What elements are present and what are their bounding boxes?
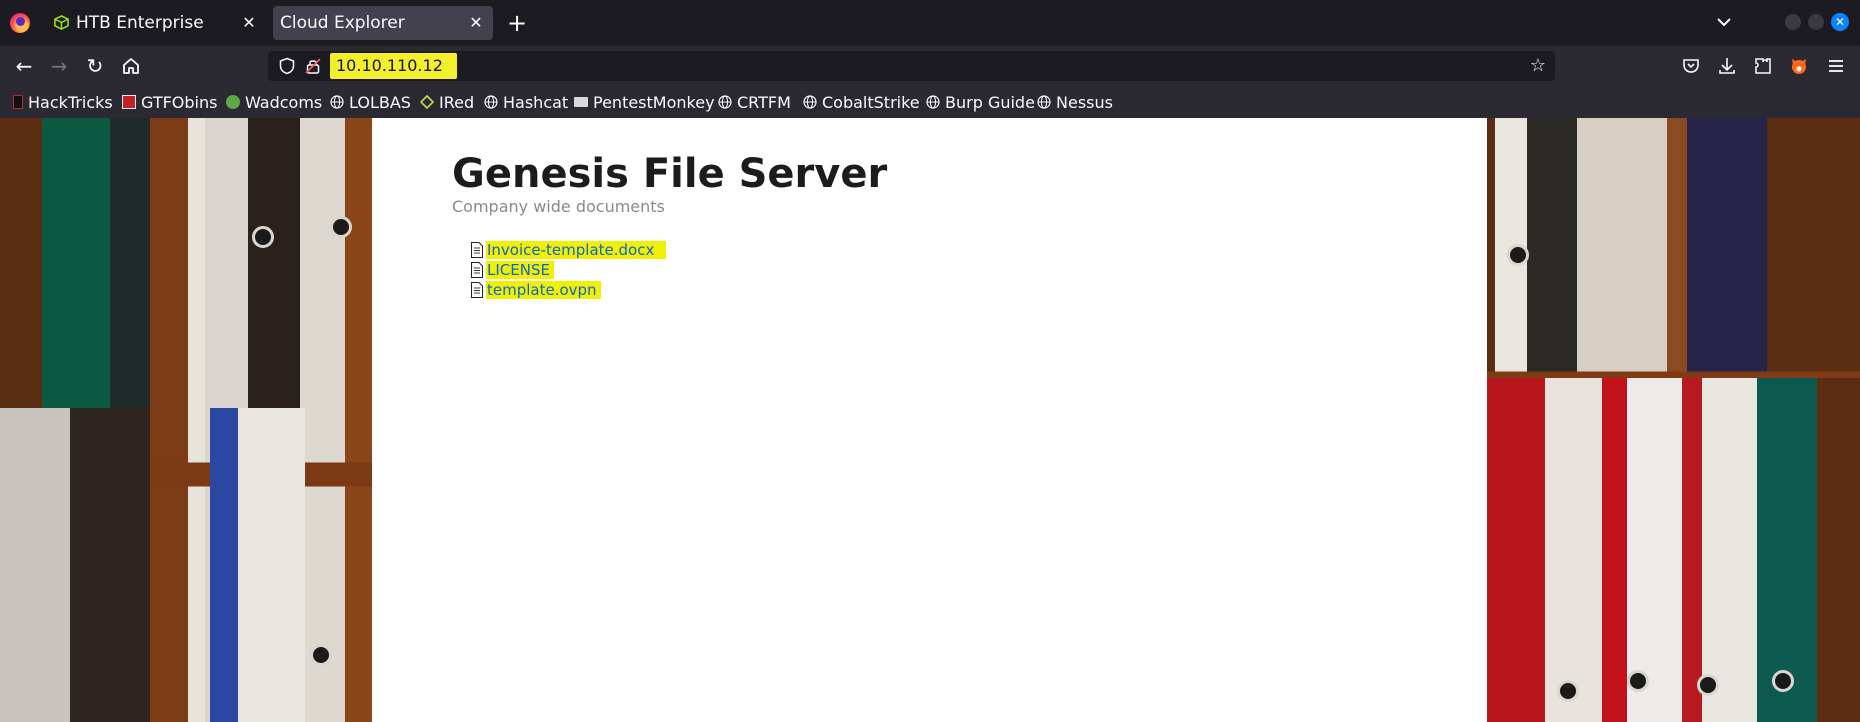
bookmark-label: IRed <box>439 92 475 112</box>
new-tab-button[interactable]: + <box>505 9 529 37</box>
bookmark-lolbas[interactable]: LOLBAS <box>330 91 411 113</box>
tab-strip: HTB Enterprise ✕ Cloud Explorer ✕ + ✕ <box>0 0 1860 46</box>
bookmark-ired[interactable]: IRed <box>420 91 474 113</box>
back-arrow-icon[interactable]: ← <box>11 53 37 79</box>
bookmark-cobaltstrike[interactable]: CobaltStrike <box>803 91 920 113</box>
reload-icon[interactable]: ↻ <box>82 53 108 79</box>
tab-title: Cloud Explorer <box>280 13 405 33</box>
binder-ring-decoration <box>330 216 352 238</box>
bookmark-hashcat[interactable]: Hashcat <box>484 91 568 113</box>
maximize-button[interactable] <box>1808 14 1824 30</box>
binder-ring-decoration <box>1557 680 1579 702</box>
bookmark-wadcoms[interactable]: Wadcoms <box>226 91 322 113</box>
download-icon[interactable] <box>1716 55 1738 77</box>
window-close-button[interactable]: ✕ <box>1831 13 1849 31</box>
bookmark-gtfobins[interactable]: GTFObins <box>122 91 217 113</box>
background-binders <box>210 408 305 722</box>
bookmark-label: LOLBAS <box>349 92 411 112</box>
bookmark-label: Hashcat <box>503 92 569 112</box>
bookmark-label: PentestMonkey <box>593 92 715 112</box>
address-bar[interactable]: 10.10.110.12 ☆ <box>268 51 1555 81</box>
bookmark-label: GTFObins <box>141 92 218 112</box>
close-icon[interactable]: ✕ <box>240 14 258 32</box>
navigation-toolbar: ← → ↻ 10.10.110.12 ☆ <box>0 46 1860 86</box>
background-binders <box>1487 378 1860 722</box>
binder-ring-decoration <box>1507 244 1529 266</box>
extensions-icon[interactable] <box>1752 55 1774 77</box>
document-icon <box>471 242 483 258</box>
document-icon <box>471 282 483 298</box>
minimize-button[interactable] <box>1785 14 1801 30</box>
bookmark-label: HackTricks <box>28 92 113 112</box>
binder-ring-decoration <box>310 644 332 666</box>
chevron-down-icon[interactable] <box>1712 10 1736 34</box>
binder-ring-decoration <box>252 226 274 248</box>
bookmark-burp-guide[interactable]: Burp Guide <box>926 91 1035 113</box>
binder-ring-decoration <box>1772 670 1794 692</box>
gtfobins-icon <box>122 95 136 109</box>
bookmark-label: CobaltStrike <box>822 92 920 112</box>
hacktricks-icon <box>13 95 23 109</box>
globe-icon <box>718 95 732 109</box>
background-binders <box>0 408 150 722</box>
bookmark-nessus[interactable]: Nessus <box>1037 91 1113 113</box>
wadcoms-icon <box>226 95 240 109</box>
file-link-template-ovpn[interactable]: template.ovpn <box>486 281 601 299</box>
hamburger-menu-icon[interactable] <box>1825 55 1847 77</box>
bookmark-label: Wadcoms <box>245 92 323 112</box>
globe-icon <box>484 95 498 109</box>
forward-arrow-icon[interactable]: → <box>46 53 72 79</box>
tab-cloud-explorer[interactable]: Cloud Explorer ✕ <box>273 6 493 40</box>
ired-icon <box>420 95 434 109</box>
url-text[interactable]: 10.10.110.12 <box>330 53 457 79</box>
globe-icon <box>1037 95 1051 109</box>
star-icon[interactable]: ☆ <box>1527 55 1549 77</box>
pentestmonkey-icon <box>574 97 588 107</box>
foxyproxy-icon[interactable] <box>1788 55 1810 77</box>
globe-icon <box>926 95 940 109</box>
insecure-lock-icon[interactable] <box>304 57 322 75</box>
background-bookshelf-right <box>1487 118 1860 722</box>
file-server-page: Genesis File Server Company wide documen… <box>372 118 1487 722</box>
bookmarks-toolbar: HackTricks GTFObins Wadcoms LOLBAS IRed … <box>0 86 1860 118</box>
list-item: Invoice-template.docx <box>470 240 667 260</box>
globe-icon <box>803 95 817 109</box>
pocket-icon[interactable] <box>1680 55 1702 77</box>
tab-htb-enterprise[interactable]: HTB Enterprise ✕ <box>44 6 266 40</box>
bookmark-crtfm[interactable]: CRTFM <box>718 91 791 113</box>
home-icon[interactable] <box>118 53 144 79</box>
binder-ring-decoration <box>1697 674 1719 696</box>
page-viewport: Genesis File Server Company wide documen… <box>0 118 1860 722</box>
page-title: Genesis File Server <box>452 151 888 197</box>
file-list: Invoice-template.docx LICENSE template.o… <box>470 240 667 300</box>
binder-ring-decoration <box>1627 670 1649 692</box>
globe-icon <box>330 95 344 109</box>
document-icon <box>471 262 483 278</box>
htb-cube-icon <box>54 15 69 30</box>
firefox-icon[interactable] <box>10 13 30 33</box>
file-link-license[interactable]: LICENSE <box>486 261 554 279</box>
page-subtitle: Company wide documents <box>452 197 665 216</box>
bookmark-pentestmonkey[interactable]: PentestMonkey <box>574 91 715 113</box>
bookmark-label: Burp Guide <box>945 92 1035 112</box>
file-link-invoice-template[interactable]: Invoice-template.docx <box>486 241 667 259</box>
background-bookshelf-left <box>0 118 372 722</box>
tab-title: HTB Enterprise <box>76 13 204 33</box>
shield-icon[interactable] <box>278 57 296 75</box>
bookmark-hacktricks[interactable]: HackTricks <box>13 91 113 113</box>
list-item: LICENSE <box>470 260 666 280</box>
list-item: template.ovpn <box>470 280 666 300</box>
bookmark-label: CRTFM <box>737 92 791 112</box>
bookmark-label: Nessus <box>1056 92 1113 112</box>
close-icon[interactable]: ✕ <box>467 14 485 32</box>
